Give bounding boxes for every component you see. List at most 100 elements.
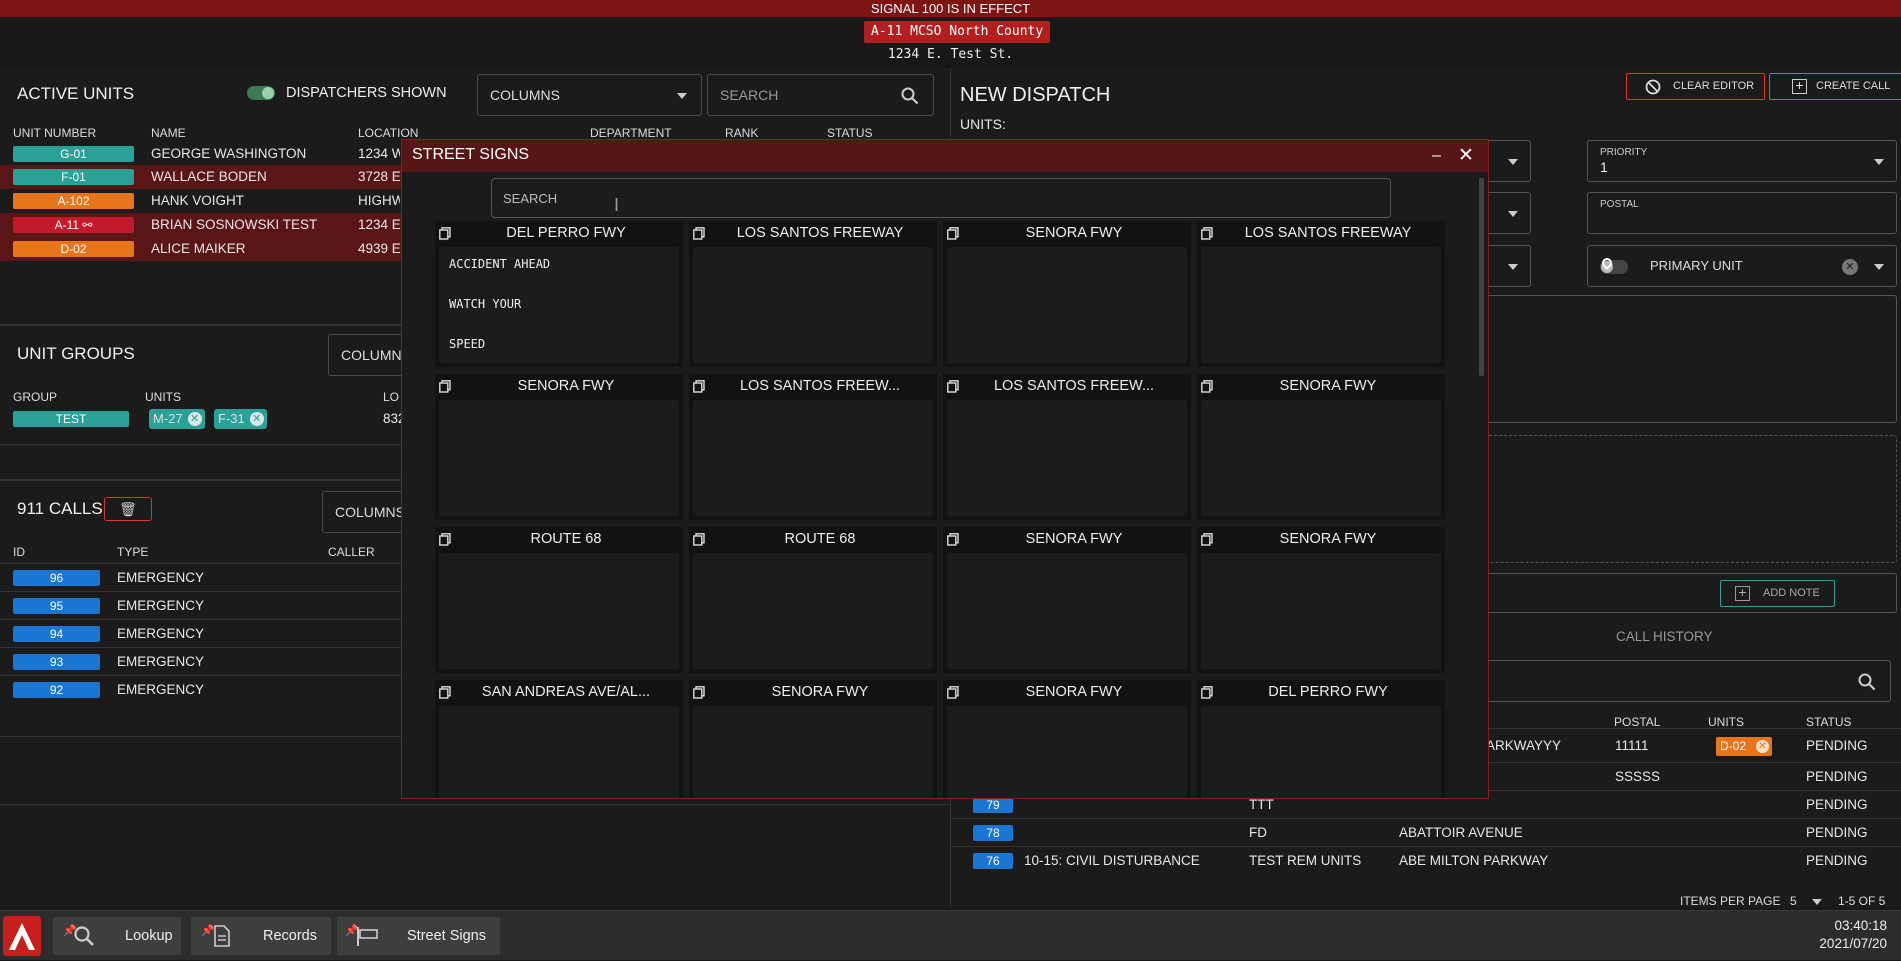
notes-dropzone[interactable] <box>1431 435 1897 563</box>
col-name[interactable]: NAME <box>151 126 186 140</box>
copy-icon[interactable] <box>439 533 451 546</box>
group-unit-chip[interactable]: F-31 ✕ <box>214 409 267 429</box>
copy-icon[interactable] <box>1201 227 1213 240</box>
active-units-columns-select[interactable]: COLUMNS <box>477 74 702 116</box>
plus-icon: + <box>1735 585 1750 601</box>
copy-icon[interactable] <box>1201 686 1213 699</box>
street-sign-card[interactable]: SENORA FWY <box>943 527 1191 673</box>
dispatchers-toggle[interactable] <box>247 86 275 100</box>
remove-icon[interactable]: ✕ <box>187 412 202 426</box>
copy-icon[interactable] <box>439 686 451 699</box>
priority-select[interactable]: PRIORITY 1 <box>1587 140 1897 182</box>
dispatch-description-textarea[interactable] <box>1431 295 1897 423</box>
col-units[interactable]: UNITS <box>1708 715 1744 729</box>
task-label: Records <box>263 928 317 944</box>
sign-preview <box>439 400 679 516</box>
page-range: 1-5 OF 5 <box>1838 894 1886 908</box>
col-location[interactable]: LOCATION <box>358 126 418 140</box>
street-sign-icon <box>357 927 378 946</box>
street-sign-card[interactable]: SAN ANDREAS AVE/AL... <box>435 680 683 798</box>
col-location[interactable]: LO <box>383 390 399 404</box>
clock-time: 03:40:18 <box>1834 918 1887 933</box>
copy-icon[interactable] <box>693 533 705 546</box>
history-postal: 11111 <box>1615 738 1649 753</box>
copy-icon[interactable] <box>439 227 451 240</box>
street-sign-card[interactable]: LOS SANTOS FREEW... <box>943 374 1191 520</box>
task-label: Lookup <box>125 928 173 944</box>
postal-label: POSTAL <box>1600 199 1639 210</box>
items-per-page-select[interactable]: 5 <box>1790 894 1822 908</box>
history-unit-chip[interactable]: D-02 ✕ <box>1716 737 1772 756</box>
history-status: PENDING <box>1806 825 1868 840</box>
copy-icon[interactable] <box>693 227 705 240</box>
sign-title: DEL PERRO FWY <box>506 225 626 241</box>
add-note-input[interactable]: + ADD NOTE <box>1431 573 1897 613</box>
clear-calls-button[interactable]: 🗑 <box>104 497 152 521</box>
calls-911-title: 911 CALLS <box>17 499 103 518</box>
group-unit-chip[interactable]: M-27 ✕ <box>149 409 205 429</box>
table-row[interactable]: 78 FD ABATTOIR AVENUE PENDING <box>951 818 1901 846</box>
copy-icon[interactable] <box>1201 533 1213 546</box>
sign-preview <box>947 400 1187 516</box>
unit-name: GEORGE WASHINGTON <box>151 146 307 161</box>
copy-icon[interactable] <box>947 686 959 699</box>
street-sign-card[interactable]: SENORA FWY <box>943 221 1191 367</box>
history-status: PENDING <box>1806 769 1868 784</box>
street-sign-card[interactable]: SENORA FWY <box>435 374 683 520</box>
active-call-badge[interactable]: A-11 MCSO North County <box>864 21 1051 43</box>
copy-icon[interactable] <box>693 380 705 393</box>
col-id[interactable]: ID <box>13 545 25 559</box>
sign-preview <box>947 706 1187 798</box>
copy-icon[interactable] <box>439 380 451 393</box>
copy-icon[interactable] <box>693 686 705 699</box>
street-sign-card[interactable]: ROUTE 68 <box>435 527 683 673</box>
copy-icon[interactable] <box>947 227 959 240</box>
add-note-label: ADD NOTE <box>1763 587 1820 599</box>
col-caller[interactable]: CALLER <box>328 545 375 559</box>
col-group[interactable]: GROUP <box>13 390 57 404</box>
remove-icon[interactable]: ✕ <box>1756 740 1769 753</box>
sign-preview <box>439 553 679 669</box>
add-note-button[interactable]: + ADD NOTE <box>1720 580 1835 607</box>
street-sign-card[interactable]: ROUTE 68 <box>689 527 937 673</box>
col-status[interactable]: STATUS <box>827 126 873 140</box>
col-postal[interactable]: POSTAL <box>1614 715 1660 729</box>
table-row[interactable]: 76 10-15: CIVIL DISTURBANCE TEST REM UNITS… <box>951 846 1901 874</box>
task-lookup[interactable]: 📌 Lookup <box>53 917 181 955</box>
col-unit-number[interactable]: UNIT NUMBER <box>13 126 96 140</box>
items-per-page-label: ITEMS PER PAGE <box>1680 894 1781 908</box>
task-street-signs[interactable]: 📌 Street Signs <box>337 917 500 955</box>
street-sign-card[interactable]: LOS SANTOS FREEW... <box>689 374 937 520</box>
primary-unit-select[interactable]: PRIMARY UNIT ✕ <box>1587 245 1897 287</box>
street-sign-card[interactable]: LOS SANTOS FREEWAY <box>689 221 937 367</box>
app-logo[interactable] <box>3 916 41 956</box>
col-units[interactable]: UNITS <box>145 390 181 404</box>
clock-date: 2021/07/20 <box>1819 936 1887 951</box>
col-status[interactable]: STATUS <box>1806 715 1852 729</box>
copy-icon[interactable] <box>947 380 959 393</box>
call-id-badge: 95 <box>13 598 100 614</box>
street-sign-card[interactable]: SENORA FWY <box>943 680 1191 798</box>
street-sign-card[interactable]: SENORA FWY <box>689 680 937 798</box>
street-sign-card[interactable]: DEL PERRO FWY <box>1197 680 1445 798</box>
street-sign-card[interactable]: LOS SANTOS FREEWAY <box>1197 221 1445 367</box>
col-type[interactable]: TYPE <box>117 545 148 559</box>
clear-icon[interactable]: ✕ <box>1842 259 1858 275</box>
street-sign-card[interactable]: DEL PERRO FWY ACCIDENT AHEAD WATCH YOUR SPE… <box>435 221 683 367</box>
clock: 03:40:18 2021/07/20 <box>1819 918 1887 951</box>
postal-input[interactable]: POSTAL <box>1587 192 1897 234</box>
street-sign-card[interactable]: SENORA FWY <box>1197 374 1445 520</box>
create-call-button[interactable]: + CREATE CALL <box>1769 73 1901 100</box>
unit-badge: A-11 ⚯ <box>13 217 134 233</box>
col-rank[interactable]: RANK <box>725 126 758 140</box>
remove-icon[interactable]: ✕ <box>249 412 264 426</box>
copy-icon[interactable] <box>947 533 959 546</box>
street-sign-card[interactable]: SENORA FWY <box>1197 527 1445 673</box>
task-records[interactable]: 📌 Records <box>191 917 331 955</box>
active-units-search-input[interactable]: SEARCH <box>707 74 934 116</box>
col-department[interactable]: DEPARTMENT <box>590 126 672 140</box>
copy-icon[interactable] <box>1201 380 1213 393</box>
call-history-search-input[interactable]: H <box>1431 660 1891 702</box>
chip-label: D-02 <box>1720 739 1747 753</box>
clear-editor-button[interactable]: CLEAR EDITOR <box>1626 73 1765 100</box>
